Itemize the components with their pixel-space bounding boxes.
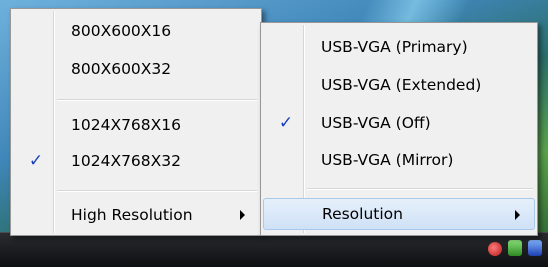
resolution-menu: 800X600X16 800X600X32 1024X768X16 ✓ 1024… [10,8,262,236]
menu-item-label: USB-VGA (Primary) [321,38,468,56]
menu-item-label: USB-VGA (Extended) [321,76,482,94]
menu-item-1024x768x32[interactable]: ✓ 1024X768X32 [13,145,259,177]
checkmark-icon: ✓ [28,151,44,171]
menu-item-usb-vga-extended[interactable]: USB-VGA (Extended) [263,69,535,101]
menu-item-usb-vga-off[interactable]: ✓ USB-VGA (Off) [263,107,535,139]
display-icon[interactable] [528,240,542,256]
menu-item-label: USB-VGA (Mirror) [321,151,454,169]
menu-item-high-resolution[interactable]: High Resolution [13,199,259,231]
submenu-arrow-icon [240,210,245,220]
menu-separator [57,99,257,101]
menu-item-label: 800X600X32 [71,60,172,78]
menu-separator [57,190,257,192]
network-icon[interactable] [508,240,522,256]
submenu-arrow-icon [515,210,520,220]
menu-item-800x600x32[interactable]: 800X600X32 [13,53,259,85]
menu-item-label: 1024X768X32 [71,152,181,170]
menu-item-usb-vga-primary[interactable]: USB-VGA (Primary) [263,31,535,63]
usb-vga-mode-menu: USB-VGA (Primary) USB-VGA (Extended) ✓ U… [260,22,538,236]
red-shield-icon[interactable] [488,242,502,256]
menu-item-usb-vga-mirror[interactable]: USB-VGA (Mirror) [263,144,535,176]
menu-item-label: 800X600X16 [71,22,172,40]
menu-item-label: 1024X768X16 [71,116,181,134]
menu-item-800x600x16[interactable]: 800X600X16 [13,15,259,47]
menu-item-label: Resolution [322,205,403,223]
menu-separator [307,188,533,190]
system-tray [488,240,542,256]
menu-item-1024x768x16[interactable]: 1024X768X16 [13,109,259,141]
menu-item-label: High Resolution [71,206,193,224]
taskbar [0,232,548,267]
checkmark-icon: ✓ [278,113,294,133]
menu-item-label: USB-VGA (Off) [321,114,431,132]
menu-item-resolution[interactable]: Resolution [263,198,535,230]
